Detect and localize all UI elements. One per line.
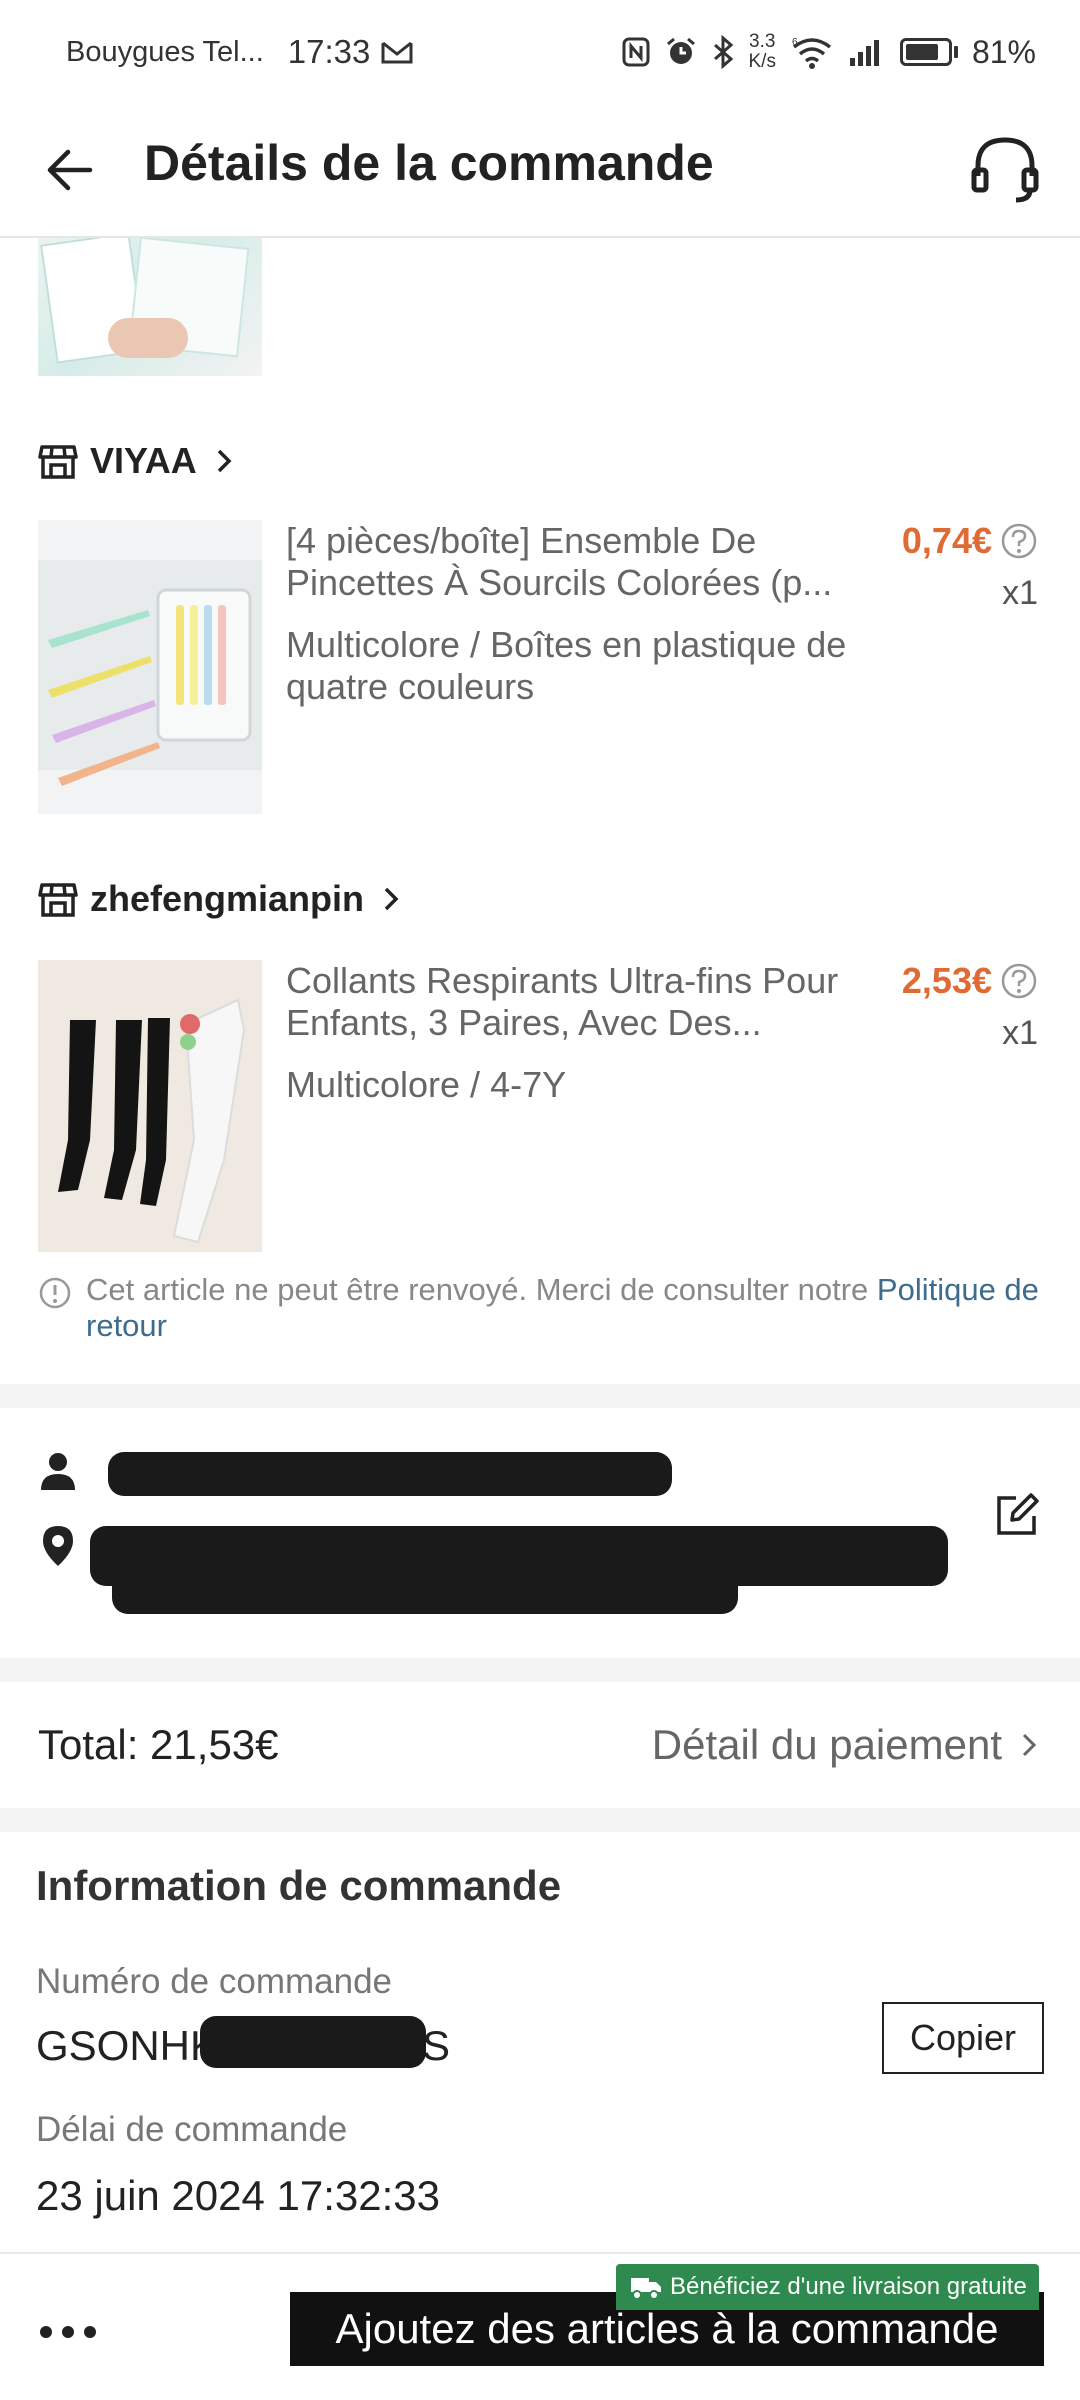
nfc-icon xyxy=(622,37,649,67)
help-circle-icon[interactable] xyxy=(1000,962,1038,1000)
shop-link-viyaa[interactable]: VIYAA xyxy=(38,436,237,486)
free-shipping-badge: Bénéficiez d'une livraison gratuite xyxy=(616,2264,1039,2310)
page-title: Détails de la commande xyxy=(144,135,714,191)
person-icon xyxy=(41,1453,75,1490)
carrier-name: Bouygues Tel... xyxy=(66,35,264,68)
section-divider xyxy=(0,1658,1080,1682)
free-shipping-text: Bénéficiez d'une livraison gratuite xyxy=(670,2273,1027,2300)
product-title[interactable]: [4 pièces/boîte] Ensemble De Pincettes À… xyxy=(286,520,906,604)
alarm-icon xyxy=(666,37,695,64)
section-divider xyxy=(0,1808,1080,1832)
product-description: [4 pièces/boîte] Ensemble De Pincettes À… xyxy=(286,520,906,708)
product-title[interactable]: Collants Respirants Ultra-fins Pour Enfa… xyxy=(286,960,906,1044)
product-image-tweezers[interactable] xyxy=(38,520,262,814)
copy-order-number-button[interactable]: Copier xyxy=(882,2002,1044,2074)
chevron-right-icon xyxy=(1022,1733,1037,1757)
bluetooth-icon xyxy=(713,35,733,69)
order-date-label: Délai de commande xyxy=(36,2110,348,2149)
tights-illustration xyxy=(38,960,262,1252)
product-image-tights[interactable] xyxy=(38,960,262,1252)
battery-percent: 81% xyxy=(971,33,1036,70)
back-arrow-icon[interactable] xyxy=(38,138,102,202)
signal-icon xyxy=(849,40,879,66)
return-policy-notice: Cet article ne peut être renvoyé. Merci … xyxy=(38,1272,1042,1344)
delivery-truck-icon xyxy=(631,2278,661,2300)
product-variant: Multicolore / Boîtes en plastique de qua… xyxy=(286,624,847,707)
return-notice-text: Cet article ne peut être renvoyé. Merci … xyxy=(86,1272,877,1307)
total-row: Total: 21,53€ Détail du paiement xyxy=(0,1682,1080,1808)
redacted-order-number xyxy=(200,2016,426,2068)
bottom-action-bar: Ajoutez des articles à la commande Bénéf… xyxy=(0,2252,1080,2400)
store-icon xyxy=(38,883,78,917)
order-info-heading: Information de commande xyxy=(36,1862,562,1909)
payment-detail-label: Détail du paiement xyxy=(651,1721,1002,1768)
svg-text:6: 6 xyxy=(792,37,798,48)
battery-icon xyxy=(899,38,958,66)
order-total: Total: 21,53€ xyxy=(38,1721,279,1768)
redacted-address-line-2 xyxy=(112,1570,738,1614)
status-bar: Bouygues Tel... 17:33 3.3 K/s 6 81% xyxy=(0,0,1080,104)
store-icon xyxy=(38,445,78,479)
network-speed: 3.3 K/s xyxy=(749,32,776,72)
shop-link-zhefengmianpin[interactable]: zhefengmianpin xyxy=(38,874,404,924)
order-number-prefix: GSONHK xyxy=(36,2022,219,2069)
payment-detail-link[interactable]: Détail du paiement xyxy=(652,1721,1042,1769)
order-number-suffix: S xyxy=(422,2022,451,2069)
more-options-icon[interactable] xyxy=(40,2326,96,2338)
clock: 17:33 xyxy=(287,33,371,70)
location-pin-icon xyxy=(43,1526,73,1566)
price-amount: 0,74€ xyxy=(901,520,992,561)
edit-icon[interactable] xyxy=(994,1492,1040,1538)
product-price: 2,53€ xyxy=(902,960,1038,1002)
product-quantity: x1 xyxy=(1002,574,1038,612)
headset-support-icon[interactable] xyxy=(970,132,1040,206)
product-description: Collants Respirants Ultra-fins Pour Enfa… xyxy=(286,960,906,1106)
product-image-wipes[interactable] xyxy=(38,238,262,376)
chevron-right-icon xyxy=(384,887,399,911)
help-circle-icon[interactable] xyxy=(1000,522,1038,560)
product-quantity: x1 xyxy=(1002,1014,1038,1052)
order-date-value: 23 juin 2024 17:32:33 xyxy=(36,2172,441,2219)
shop-name: VIYAA xyxy=(90,440,197,481)
gmail-icon xyxy=(381,41,413,64)
product-price: 0,74€ xyxy=(902,520,1038,562)
redacted-recipient-name xyxy=(108,1452,672,1496)
wifi-icon: 6 xyxy=(792,37,832,69)
order-number-label: Numéro de commande xyxy=(36,1962,392,2001)
app-header: Détails de la commande xyxy=(0,104,1080,238)
network-speed-unit: K/s xyxy=(748,51,776,72)
product-variant: Multicolore / 4-7Y xyxy=(286,1064,567,1105)
network-speed-value: 3.3 xyxy=(749,31,776,52)
chevron-right-icon xyxy=(217,449,232,473)
shop-name: zhefengmianpin xyxy=(90,878,365,919)
info-circle-icon xyxy=(39,1277,71,1309)
section-divider xyxy=(0,1384,1080,1408)
tweezers-illustration xyxy=(38,520,262,814)
price-amount: 2,53€ xyxy=(901,960,992,1001)
